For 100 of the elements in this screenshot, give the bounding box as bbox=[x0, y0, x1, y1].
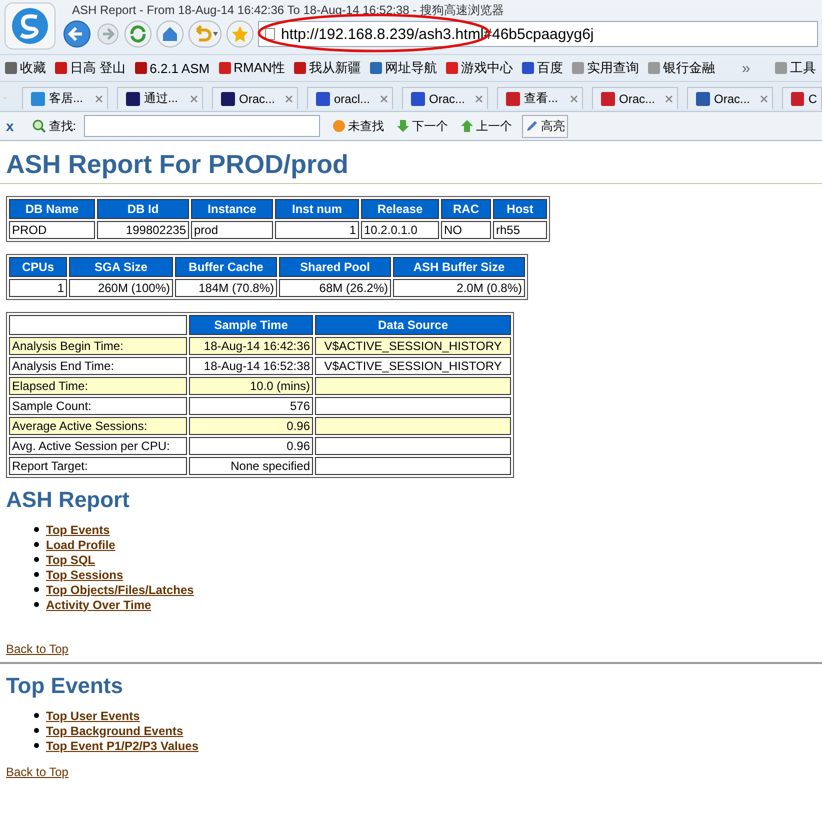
browser-logo-icon bbox=[4, 2, 56, 50]
close-icon[interactable] bbox=[95, 94, 103, 102]
close-icon[interactable] bbox=[190, 94, 198, 102]
close-icon[interactable] bbox=[665, 94, 673, 102]
browser-tab[interactable]: Orac... bbox=[212, 87, 298, 109]
table-cell: Analysis End Time: bbox=[9, 357, 187, 375]
section-link[interactable]: Load Profile bbox=[46, 538, 116, 552]
up-arrow-icon bbox=[460, 119, 474, 133]
refresh-icon[interactable] bbox=[124, 20, 152, 48]
bookmark-item[interactable]: 6.2.1 ASM bbox=[134, 60, 210, 76]
section-link[interactable]: Activity Over Time bbox=[46, 598, 152, 612]
browser-tab[interactable]: oracl... bbox=[307, 87, 393, 109]
column-header: Sample Time bbox=[189, 315, 313, 335]
bookmark-item[interactable]: 游戏中心 bbox=[446, 59, 513, 77]
column-header: Data Source bbox=[315, 315, 511, 335]
table-cell: 10.0 (mins) bbox=[189, 377, 313, 395]
browser-tab[interactable]: C bbox=[782, 87, 822, 109]
bookmark-item[interactable]: 银行金融 bbox=[648, 59, 715, 77]
table-cell: PROD bbox=[9, 221, 95, 239]
table-cell: 199802235 bbox=[97, 221, 189, 239]
find-toolbar-button[interactable]: 下一个 bbox=[394, 116, 450, 136]
table-cell: Sample Count: bbox=[9, 397, 187, 415]
back-to-top-link[interactable]: Back to Top bbox=[6, 642, 68, 656]
page-icon bbox=[265, 28, 275, 40]
column-header: Shared Pool bbox=[279, 257, 391, 277]
close-icon[interactable] bbox=[380, 94, 388, 102]
table-cell: V$ACTIVE_SESSION_HISTORY bbox=[315, 357, 511, 375]
bookmark-item[interactable]: 我从新疆 bbox=[294, 59, 361, 77]
table-cell: 260M (100%) bbox=[69, 279, 173, 297]
table-cell: 1 bbox=[9, 279, 67, 297]
table-cell: Analysis Begin Time: bbox=[9, 337, 187, 355]
circle-icon bbox=[332, 119, 346, 133]
column-header: DB Id bbox=[97, 199, 189, 219]
browser-tab[interactable]: Orac... bbox=[402, 87, 488, 109]
search-icon bbox=[32, 119, 46, 133]
find-toolbar-button[interactable]: 高亮 bbox=[522, 114, 568, 138]
section-link[interactable]: Top Events bbox=[46, 522, 110, 536]
forward-icon[interactable] bbox=[96, 22, 120, 46]
pen-icon bbox=[525, 119, 540, 133]
find-field[interactable] bbox=[84, 115, 320, 137]
table-cell: NO bbox=[441, 221, 491, 239]
table-cell: 576 bbox=[189, 397, 313, 415]
column-header: Buffer Cache bbox=[175, 257, 277, 277]
table-cell: 2.0M (0.8%) bbox=[393, 279, 525, 297]
browser-tab[interactable]: Orac... bbox=[592, 87, 678, 109]
table-cell: 0.96 bbox=[189, 437, 313, 455]
find-toolbar-button[interactable]: 未查找 bbox=[330, 116, 386, 136]
close-icon[interactable] bbox=[570, 94, 578, 102]
bookmark-item[interactable]: 日高 登山 bbox=[55, 59, 126, 77]
bookmark-item[interactable]: 实用查询 bbox=[572, 59, 639, 77]
section-link[interactable]: Top Objects/Files/Latches bbox=[46, 582, 194, 596]
close-find-button[interactable]: x bbox=[6, 118, 14, 134]
back-icon[interactable] bbox=[62, 19, 92, 49]
column-header: RAC bbox=[441, 199, 491, 219]
more-bookmarks-button[interactable]: » bbox=[742, 60, 750, 76]
tools-menu[interactable]: 工具 bbox=[775, 59, 816, 77]
column-header: CPUs bbox=[9, 257, 67, 277]
table-cell: Average Active Sessions: bbox=[9, 417, 187, 435]
close-icon[interactable] bbox=[475, 94, 483, 102]
window-title: ASH Report - From 18-Aug-14 16:42:36 To 18-Aug-14 16:52:38 - 搜狗高速浏览器 bbox=[71, 2, 505, 19]
browser-tab[interactable]: 客居... bbox=[22, 87, 108, 109]
browser-tab[interactable]: 查看... bbox=[497, 87, 583, 109]
table-cell: Elapsed Time: bbox=[9, 377, 187, 395]
column-header: SGA Size bbox=[69, 257, 173, 277]
section-link[interactable]: Top SQL bbox=[46, 552, 96, 566]
bookmark-item[interactable]: 网址导航 bbox=[370, 59, 437, 77]
table-cell: None specified bbox=[189, 457, 313, 475]
home-icon[interactable] bbox=[156, 20, 184, 48]
bookmark-item[interactable]: RMAN性 bbox=[218, 59, 285, 77]
section-link[interactable]: Top User Events bbox=[46, 708, 140, 722]
column-header: Release bbox=[361, 199, 439, 219]
browser-tab[interactable]: 通过... bbox=[117, 87, 203, 109]
column-header: Inst num bbox=[275, 199, 359, 219]
close-icon[interactable] bbox=[285, 94, 293, 102]
table-cell: 10.2.0.1.0 bbox=[361, 221, 439, 239]
bookmark-item[interactable]: 收藏 bbox=[5, 59, 46, 77]
table-cell: Report Target: bbox=[9, 457, 187, 475]
bookmark-item[interactable]: 百度 bbox=[522, 59, 563, 77]
section-link[interactable]: Top Background Events bbox=[46, 724, 184, 738]
find-label: 查找: bbox=[32, 118, 76, 134]
section-link[interactable]: Top Sessions bbox=[46, 568, 124, 582]
back-to-top-link[interactable]: Back to Top bbox=[6, 765, 68, 779]
section-link[interactable]: Top Event P1/P2/P3 Values bbox=[46, 738, 199, 752]
table-cell: rh55 bbox=[493, 221, 547, 239]
table-cell: 0.96 bbox=[189, 417, 313, 435]
table-cell: 18-Aug-14 16:52:38 bbox=[189, 357, 313, 375]
column-header: DB Name bbox=[9, 199, 95, 219]
table-cell: Avg. Active Session per CPU: bbox=[9, 437, 187, 455]
report-title: ASH Report For PROD/prod bbox=[6, 148, 350, 181]
browser-tab[interactable]: Orac... bbox=[687, 87, 773, 109]
close-icon[interactable] bbox=[760, 94, 768, 102]
undo-icon[interactable] bbox=[188, 20, 222, 48]
column-header: Host bbox=[493, 199, 547, 219]
table-cell: 184M (70.8%) bbox=[175, 279, 277, 297]
table-cell: prod bbox=[191, 221, 273, 239]
table-cell: 1 bbox=[275, 221, 359, 239]
section-heading: ASH Report bbox=[6, 486, 130, 514]
find-toolbar-button[interactable]: 上一个 bbox=[458, 116, 514, 136]
down-arrow-icon bbox=[396, 119, 410, 133]
table-cell: V$ACTIVE_SESSION_HISTORY bbox=[315, 337, 511, 355]
